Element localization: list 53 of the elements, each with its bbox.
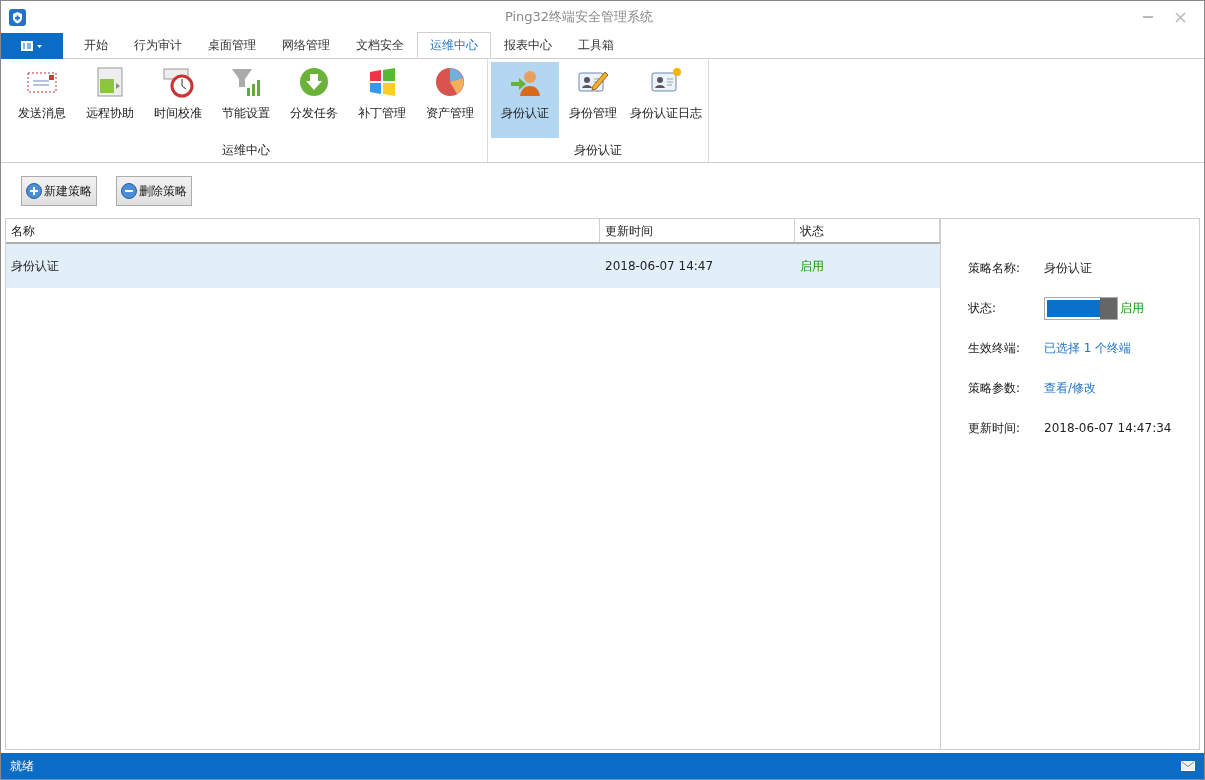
minus-circle-icon [121, 182, 137, 199]
ribbon-button[interactable]: 身份认证 [491, 62, 559, 138]
field-label: 生效终端: [968, 340, 1022, 357]
ribbon-button[interactable]: 时间校准 [144, 62, 212, 138]
params-link[interactable]: 查看/修改 [1044, 379, 1199, 397]
download-circle-icon [298, 66, 330, 98]
ribbon-button[interactable]: 远程协助 [76, 62, 144, 138]
ribbon-button[interactable]: 身份管理 [559, 62, 627, 138]
ribbon-tab[interactable]: 工具箱 [565, 32, 627, 58]
new-policy-button[interactable]: 新建策略 [21, 175, 97, 206]
ribbon-group-label: 运维中心 [222, 142, 270, 159]
ribbon-group-label: 身份认证 [574, 142, 622, 159]
window-title: Ping32终端安全管理系统 [503, 8, 655, 27]
table-cell-text: 身份认证 [10, 258, 60, 275]
ribbon-button[interactable]: 资产管理 [416, 62, 484, 138]
column-header[interactable]: 状态 [795, 219, 940, 242]
funnel-bars-icon [230, 66, 262, 98]
ribbon-tab[interactable]: 行为审计 [121, 32, 195, 58]
ribbon-tab[interactable]: 运维中心 [417, 32, 491, 58]
ribbon-button[interactable]: 发送消息 [8, 62, 76, 138]
ribbon-button[interactable]: 分发任务 [280, 62, 348, 138]
status-text: 启用 [1120, 300, 1144, 317]
terminals-link[interactable]: 已选择 1 个终端 [1044, 339, 1199, 357]
ribbon-tab[interactable]: 开始 [71, 32, 121, 58]
field-label: 更新时间: [968, 420, 1022, 437]
ribbon-button[interactable]: 身份认证日志 [627, 62, 705, 138]
policy-name: 身份认证 [1044, 260, 1093, 277]
envelope-icon[interactable] [1181, 761, 1195, 771]
update-time: 2018-06-07 14:47:34 [1044, 420, 1173, 437]
ribbon-tab[interactable]: 文档安全 [343, 32, 417, 58]
table-row[interactable]: 身份认证 2018-06-07 14:47 启用 [6, 244, 940, 288]
field-label: 策略参数: [968, 380, 1022, 397]
status-text: 就绪 [10, 758, 35, 775]
menu-caret-icon [21, 41, 43, 51]
field-label: 状态: [968, 300, 998, 317]
status-toggle[interactable] [1044, 296, 1118, 320]
shield-logo-icon [9, 8, 26, 26]
ribbon-tab[interactable]: 桌面管理 [195, 32, 269, 58]
ribbon-button[interactable]: 补丁管理 [348, 62, 416, 138]
ribbon-tab[interactable]: 报表中心 [491, 32, 565, 58]
app-menu-button[interactable] [1, 33, 63, 59]
table-cell-text: 2018-06-07 14:47 [604, 258, 715, 275]
column-header[interactable]: 更新时间 [600, 219, 795, 242]
ribbon-tab[interactable]: 网络管理 [269, 32, 343, 58]
ribbon-button[interactable]: 节能设置 [212, 62, 280, 138]
close-icon [1174, 11, 1186, 23]
field-label: 策略名称: [968, 260, 1022, 277]
ruler-clock-icon [162, 66, 194, 98]
column-header[interactable]: 名称 [6, 219, 600, 242]
table-cell-text: 启用 [799, 258, 825, 275]
delete-policy-button[interactable]: 删除策略 [116, 175, 192, 206]
plus-circle-icon [26, 182, 42, 199]
pie-chart-icon [434, 66, 466, 98]
